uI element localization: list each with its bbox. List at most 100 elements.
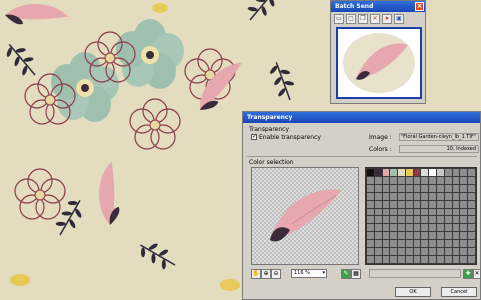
palette-swatch[interactable]	[374, 224, 382, 232]
palette-swatch[interactable]	[468, 208, 475, 216]
palette-swatch[interactable]	[398, 176, 405, 184]
palette-swatch[interactable]	[382, 200, 390, 208]
palette-swatch[interactable]	[382, 216, 390, 224]
palette-swatch[interactable]	[398, 208, 405, 216]
palette-swatch[interactable]	[421, 256, 429, 263]
palette-swatch[interactable]	[390, 192, 398, 200]
palette-swatch[interactable]	[460, 192, 468, 200]
palette-swatch[interactable]	[460, 248, 468, 256]
eyedropper-icon[interactable]: ✎	[341, 269, 351, 279]
palette-swatch[interactable]	[367, 208, 374, 216]
palette-swatch[interactable]	[421, 169, 429, 176]
palette-swatch[interactable]	[437, 184, 444, 192]
palette-swatch[interactable]	[437, 240, 444, 248]
palette-swatch[interactable]	[468, 192, 475, 200]
palette-swatch[interactable]	[382, 192, 390, 200]
palette-swatch[interactable]	[429, 184, 437, 192]
palette-swatch[interactable]	[468, 176, 475, 184]
palette-swatch[interactable]	[444, 176, 452, 184]
palette-swatch[interactable]	[444, 240, 452, 248]
palette-swatch[interactable]	[452, 184, 460, 192]
palette-swatch[interactable]	[413, 200, 421, 208]
palette-swatch[interactable]	[468, 224, 475, 232]
palette-swatch[interactable]	[429, 248, 437, 256]
palette-swatch[interactable]	[460, 256, 468, 263]
palette-swatch[interactable]	[452, 232, 460, 240]
palette-swatch[interactable]	[398, 184, 405, 192]
palette-swatch[interactable]	[413, 248, 421, 256]
palette-swatch[interactable]	[390, 184, 398, 192]
palette-swatch[interactable]	[429, 240, 437, 248]
palette-swatch[interactable]	[367, 184, 374, 192]
add-color-icon[interactable]: ✚	[463, 269, 473, 279]
zoom-out-icon[interactable]: ⊖	[271, 269, 281, 279]
palette-swatch[interactable]	[429, 169, 437, 176]
palette-swatch[interactable]	[367, 176, 374, 184]
palette-swatch[interactable]	[460, 176, 468, 184]
open-folder-icon[interactable]: ▭	[334, 14, 344, 24]
palette-swatch[interactable]	[429, 232, 437, 240]
palette-swatch[interactable]	[429, 256, 437, 263]
palette-swatch[interactable]	[398, 169, 405, 176]
palette-swatch[interactable]	[460, 200, 468, 208]
save-icon[interactable]: ▣	[394, 14, 404, 24]
palette-swatch[interactable]	[374, 232, 382, 240]
palette-swatch[interactable]	[460, 224, 468, 232]
palette-swatch[interactable]	[382, 232, 390, 240]
palette-swatch[interactable]	[374, 248, 382, 256]
palette-swatch[interactable]	[413, 232, 421, 240]
palette-swatch[interactable]	[390, 240, 398, 248]
palette-swatch[interactable]	[398, 192, 405, 200]
palette-swatch[interactable]	[429, 200, 437, 208]
palette-swatch[interactable]	[444, 184, 452, 192]
palette-swatch[interactable]	[421, 192, 429, 200]
palette-swatch[interactable]	[374, 208, 382, 216]
palette-swatch[interactable]	[421, 176, 429, 184]
palette-swatch[interactable]	[468, 248, 475, 256]
palette-swatch[interactable]	[390, 216, 398, 224]
palette-swatch[interactable]	[421, 224, 429, 232]
palette-swatch[interactable]	[437, 248, 444, 256]
palette-swatch[interactable]	[452, 200, 460, 208]
palette-swatch[interactable]	[460, 232, 468, 240]
palette-swatch[interactable]	[382, 256, 390, 263]
palette-swatch[interactable]	[390, 208, 398, 216]
palette-swatch[interactable]	[367, 256, 374, 263]
palette-swatch[interactable]	[460, 216, 468, 224]
palette-swatch[interactable]	[382, 184, 390, 192]
palette-swatch[interactable]	[413, 208, 421, 216]
palette-swatch[interactable]	[382, 240, 390, 248]
palette-swatch[interactable]	[452, 192, 460, 200]
palette-swatch[interactable]	[452, 216, 460, 224]
palette-swatch[interactable]	[460, 208, 468, 216]
palette-swatch[interactable]	[468, 256, 475, 263]
palette-swatch[interactable]	[398, 240, 405, 248]
palette-swatch[interactable]	[421, 248, 429, 256]
palette-swatch[interactable]	[390, 224, 398, 232]
palette-swatch[interactable]	[437, 216, 444, 224]
cancel-button[interactable]: Cancel	[441, 287, 477, 297]
palette-swatch[interactable]	[405, 208, 413, 216]
palette-swatch[interactable]	[429, 216, 437, 224]
ok-button[interactable]: OK	[395, 287, 431, 297]
send-icon[interactable]: ➤	[382, 14, 392, 24]
palette-swatch[interactable]	[421, 216, 429, 224]
palette-swatch[interactable]	[367, 240, 374, 248]
palette-swatch[interactable]	[390, 200, 398, 208]
palette-swatch[interactable]	[468, 169, 475, 176]
palette-swatch[interactable]	[444, 256, 452, 263]
close-icon[interactable]: ×	[415, 2, 424, 11]
palette-swatch[interactable]	[405, 192, 413, 200]
palette-swatch[interactable]	[437, 176, 444, 184]
batch-title-bar[interactable]: Batch Send ×	[331, 1, 425, 12]
palette-swatch[interactable]	[367, 248, 374, 256]
transparency-title-bar[interactable]: Transparency	[243, 112, 480, 123]
palette-swatch[interactable]	[374, 216, 382, 224]
palette-swatch[interactable]	[405, 232, 413, 240]
palette-swatch[interactable]	[421, 184, 429, 192]
palette-swatch[interactable]	[437, 169, 444, 176]
palette-swatch[interactable]	[468, 232, 475, 240]
palette-swatch[interactable]	[398, 256, 405, 263]
palette-swatch[interactable]	[405, 240, 413, 248]
palette-swatch[interactable]	[460, 184, 468, 192]
